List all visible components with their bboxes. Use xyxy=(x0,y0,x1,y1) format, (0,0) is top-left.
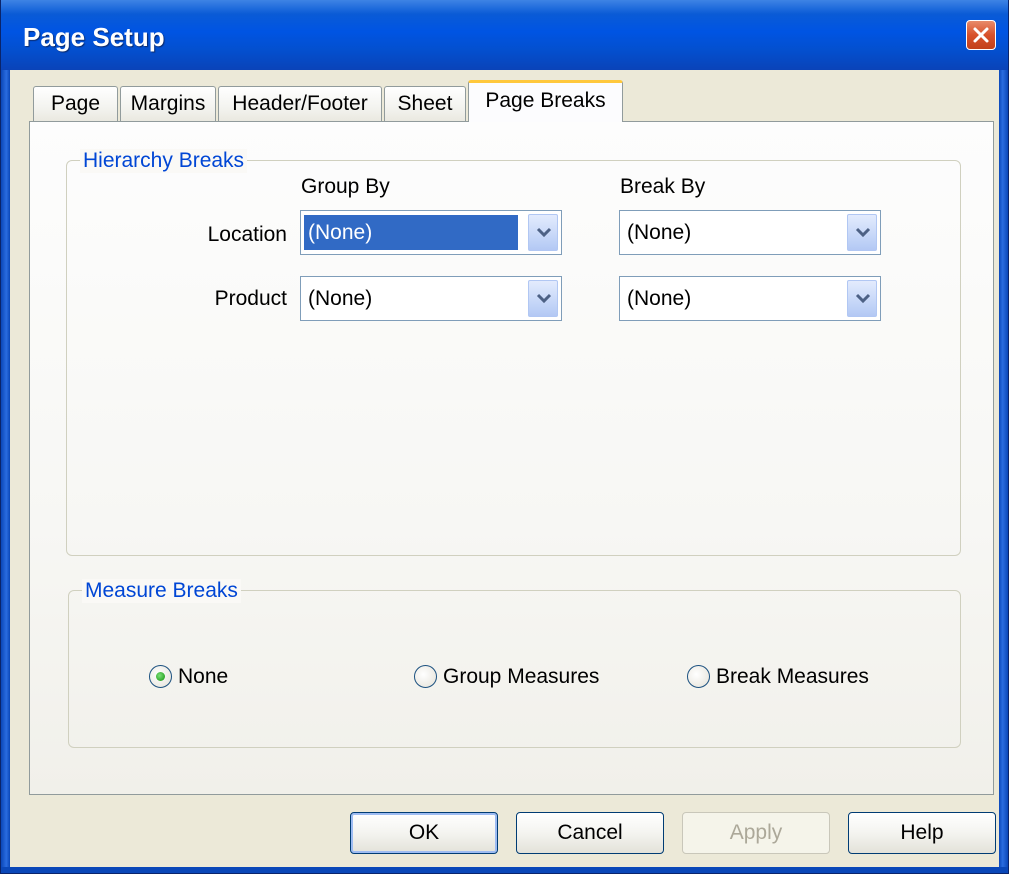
break-by-header: Break By xyxy=(620,175,706,198)
tab-page-breaks[interactable]: Page Breaks xyxy=(468,80,623,122)
page-setup-dialog: Page Setup Page Margins Header/Footer Sh… xyxy=(0,0,1009,874)
product-group-by-value: (None) xyxy=(308,287,373,310)
measure-breaks-legend: Measure Breaks xyxy=(82,579,241,603)
help-button[interactable]: Help xyxy=(848,812,996,854)
radio-button[interactable] xyxy=(149,665,172,688)
location-break-by-value: (None) xyxy=(627,221,692,244)
product-label: Product xyxy=(214,287,287,310)
close-button[interactable] xyxy=(966,20,996,50)
chevron-down-icon xyxy=(855,227,871,238)
tab-page[interactable]: Page xyxy=(33,86,118,122)
tab-margins[interactable]: Margins xyxy=(120,86,216,122)
location-group-by-dropdown-button[interactable] xyxy=(528,214,558,251)
location-break-by-dropdown-button[interactable] xyxy=(847,214,877,251)
tab-sheet[interactable]: Sheet xyxy=(384,86,466,122)
cancel-button[interactable]: Cancel xyxy=(516,812,664,854)
product-group-by-dropdown-button[interactable] xyxy=(528,280,558,317)
dialog-title: Page Setup xyxy=(23,22,165,52)
location-group-by-value: (None) xyxy=(304,215,518,250)
product-group-by-select[interactable]: (None) xyxy=(300,276,562,321)
location-label: Location xyxy=(207,223,287,246)
chevron-down-icon xyxy=(536,227,552,238)
radio-selected-dot xyxy=(156,672,165,681)
tab-panel-page-breaks: Hierarchy Breaks Group By Break By Locat… xyxy=(29,121,994,795)
title-bar[interactable]: Page Setup xyxy=(1,0,1008,70)
product-break-by-value: (None) xyxy=(627,287,692,310)
product-break-by-select[interactable]: (None) xyxy=(619,276,881,321)
radio-break-measures-label[interactable]: Break Measures xyxy=(716,662,869,692)
window-bottom-border xyxy=(1,867,1008,873)
hierarchy-breaks-legend: Hierarchy Breaks xyxy=(80,149,248,173)
chevron-down-icon xyxy=(855,293,871,304)
product-break-by-dropdown-button[interactable] xyxy=(847,280,877,317)
chevron-down-icon xyxy=(536,293,552,304)
window-right-border xyxy=(999,70,1008,873)
dialog-body: Page Margins Header/Footer Sheet Page Br… xyxy=(10,70,999,867)
radio-none-label[interactable]: None xyxy=(178,662,228,692)
close-icon xyxy=(973,27,989,43)
window-left-border xyxy=(1,70,10,873)
apply-button[interactable]: Apply xyxy=(682,812,830,854)
ok-button[interactable]: OK xyxy=(350,812,498,854)
radio-group-measures-label[interactable]: Group Measures xyxy=(443,662,599,692)
radio-button[interactable] xyxy=(414,665,437,688)
radio-button[interactable] xyxy=(687,665,710,688)
location-group-by-select[interactable]: (None) xyxy=(300,210,562,255)
group-by-header: Group By xyxy=(301,175,390,198)
location-break-by-select[interactable]: (None) xyxy=(619,210,881,255)
tab-header-footer[interactable]: Header/Footer xyxy=(218,86,382,122)
